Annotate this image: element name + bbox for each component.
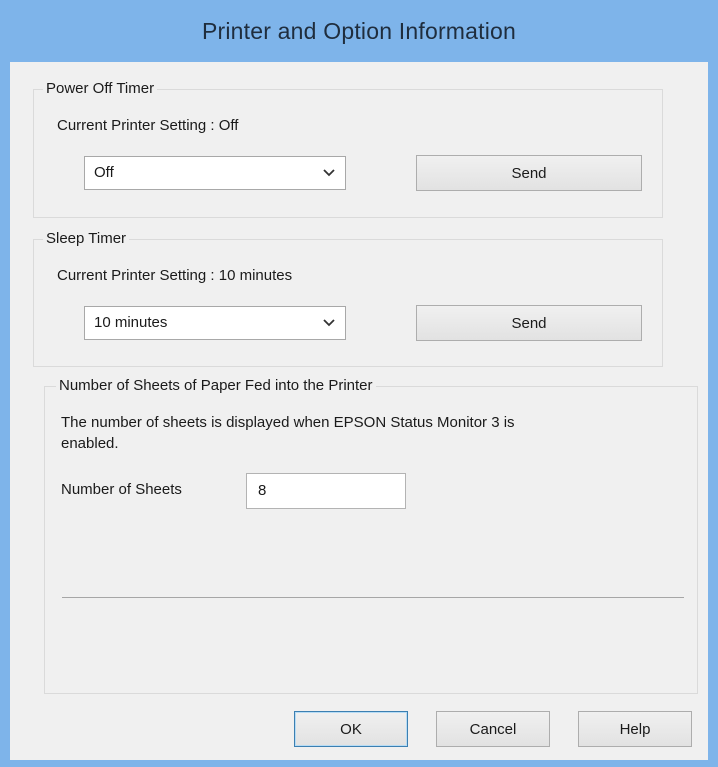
sleep-current-setting: Current Printer Setting : 10 minutes	[57, 267, 293, 284]
sheets-count-label: Number of Sheets	[61, 481, 182, 498]
chevron-down-icon	[323, 319, 335, 327]
sheets-description-line1: The number of sheets is displayed when E…	[61, 414, 515, 431]
sheets-count-value: 8	[258, 482, 267, 499]
power-off-current-setting: Current Printer Setting : Off	[57, 117, 239, 134]
power-off-send-label: Send	[511, 164, 547, 182]
power-off-timer-selected-value: Off	[94, 164, 114, 181]
sheets-legend: Number of Sheets of Paper Fed into the P…	[56, 376, 376, 396]
power-off-send-button[interactable]: Send	[416, 155, 642, 191]
ok-button[interactable]: OK	[294, 711, 408, 747]
help-button-label: Help	[619, 720, 651, 738]
chevron-down-icon	[323, 169, 335, 177]
sleep-timer-group: Sleep Timer Current Printer Setting : 10…	[33, 229, 663, 367]
cancel-button-label: Cancel	[469, 720, 517, 738]
power-off-timer-legend: Power Off Timer	[43, 79, 158, 99]
sleep-timer-legend: Sleep Timer	[43, 229, 130, 249]
sheets-count-field[interactable]: 8	[246, 473, 406, 509]
cancel-button[interactable]: Cancel	[436, 711, 550, 747]
title-bar[interactable]: Printer and Option Information	[0, 0, 718, 62]
window-title: Printer and Option Information	[201, 17, 517, 44]
sleep-send-label: Send	[511, 314, 547, 332]
separator-line	[62, 597, 684, 598]
sleep-timer-select[interactable]: 10 minutes	[84, 306, 346, 340]
ok-button-label: OK	[340, 720, 362, 738]
sleep-send-button[interactable]: Send	[416, 305, 642, 341]
power-off-timer-select[interactable]: Off	[84, 156, 346, 190]
sheets-group: Number of Sheets of Paper Fed into the P…	[44, 376, 698, 694]
sheets-description-line2: enabled.	[61, 435, 119, 452]
sleep-timer-selected-value: 10 minutes	[94, 314, 168, 331]
power-off-timer-group: Power Off Timer Current Printer Setting …	[33, 79, 663, 218]
help-button[interactable]: Help	[578, 711, 692, 747]
